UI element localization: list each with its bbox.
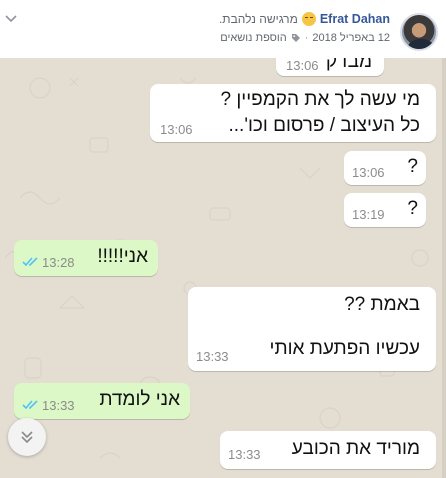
message-text: אני!!!!! — [97, 246, 148, 267]
message-bubble-incoming: באמת ?? עכשיו הפתעת אותי 13:33 — [188, 287, 436, 371]
message-bubble-outgoing: 13:33 אני לומדת — [14, 383, 190, 419]
author-name-link[interactable]: Efrat Dahan — [320, 12, 390, 26]
chat-screenshot: מבדק 13:06 מי עשה לך את הקמפיין ? כל העי… — [0, 58, 446, 478]
message-time: 13:33 — [196, 349, 229, 364]
message-bubble-incoming: מוריד את הכובע 13:33 — [220, 431, 436, 469]
double-check-icon — [22, 257, 38, 267]
message-text: אני לומדת — [99, 389, 180, 410]
message-bubble-incoming: ? 13:06 — [344, 151, 426, 185]
post-date-link[interactable]: 12 באפריל 2018 — [312, 32, 390, 44]
double-check-icon — [22, 400, 38, 410]
message-text: באמת ?? — [344, 294, 420, 315]
message-text: ? — [407, 198, 418, 219]
feeling-text: מרגישה נלהבת. — [218, 12, 298, 26]
double-chevron-down-icon — [21, 431, 33, 444]
message-text: ? — [407, 156, 418, 177]
message-text: מבדק — [325, 58, 372, 72]
post-meta-line: 12 באפריל 2018 · הוספת נושאים — [220, 32, 390, 44]
message-bubble-incoming: מבדק 13:06 — [276, 58, 384, 76]
message-time: 13:33 — [42, 398, 75, 413]
message-text: מי עשה לך את הקמפיין ? — [220, 89, 420, 110]
message-bubble-outgoing: 13:28 אני!!!!! — [14, 240, 158, 276]
chevron-down-icon[interactable] — [4, 10, 18, 24]
post-author-line: Efrat Dahan מרגישה נלהבת. — [219, 12, 390, 26]
scroll-down-button[interactable] — [8, 418, 46, 456]
excited-emoji-icon — [301, 12, 316, 26]
post-header: Efrat Dahan מרגישה נלהבת. 12 באפריל 2018… — [0, 0, 446, 58]
scrollbar[interactable] — [442, 58, 446, 478]
message-bubble-incoming: מי עשה לך את הקמפיין ? כל העיצוב / פרסום… — [150, 84, 436, 142]
message-time: 13:06 — [352, 165, 385, 180]
message-text: עכשיו הפתעת אותי — [269, 338, 420, 359]
message-time: 13:28 — [42, 255, 75, 270]
message-text: כל העיצוב / פרסום וכו'... — [228, 115, 420, 136]
message-time: 13:06 — [286, 58, 319, 73]
tag-icon — [291, 34, 300, 42]
avatar[interactable] — [400, 13, 438, 51]
message-time: 13:06 — [160, 122, 193, 137]
message-time: 13:19 — [352, 207, 385, 222]
message-bubble-incoming: ? 13:19 — [344, 193, 426, 227]
message-time: 13:33 — [228, 447, 261, 462]
message-text: מוריד את הכובע — [291, 438, 420, 459]
add-topics-link[interactable]: הוספת נושאים — [220, 32, 286, 44]
separator-dot: · — [304, 32, 309, 44]
